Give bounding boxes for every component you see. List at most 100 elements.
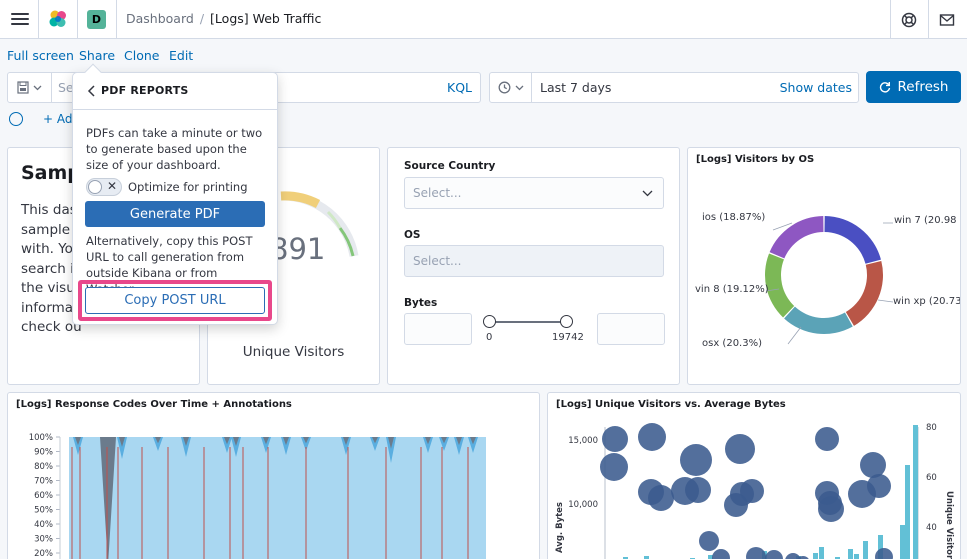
markdown-line: search it	[21, 260, 80, 277]
data-bubble[interactable]	[602, 426, 628, 452]
full-screen-link[interactable]: Full screen	[7, 48, 74, 63]
y-tick-label: 20%	[34, 549, 53, 559]
y-tick-label: 50%	[34, 506, 53, 516]
visitor-bar	[854, 554, 859, 559]
area-chart: 100% 90% 80% 70% 60% 50% 40% 30% 20%	[29, 433, 486, 559]
optimize-printing-label: Optimize for printing	[128, 180, 248, 194]
visitor-bar	[900, 525, 905, 559]
y-tick-label: 10,000	[568, 500, 598, 510]
donut-slice[interactable]	[765, 253, 795, 318]
data-bubble[interactable]	[725, 434, 755, 464]
data-bubble[interactable]	[860, 452, 886, 478]
data-bubble[interactable]	[699, 531, 719, 551]
generate-pdf-button[interactable]: Generate PDF	[85, 201, 265, 227]
os-label: OS	[404, 229, 421, 241]
y-tick-label: 80	[926, 423, 937, 433]
data-bubble[interactable]	[712, 549, 730, 559]
y-tick-label: 100%	[29, 433, 53, 443]
share-link[interactable]: Share	[79, 48, 115, 63]
edit-link[interactable]: Edit	[169, 48, 193, 63]
mail-icon[interactable]	[937, 10, 957, 30]
y-tick-label: 90%	[34, 448, 53, 458]
data-bubble[interactable]	[815, 427, 839, 451]
refresh-button[interactable]: Refresh	[866, 71, 961, 103]
visitor-bar	[819, 547, 824, 559]
pdf-reports-popover: PDF REPORTS PDFs can take a minute or tw…	[72, 63, 278, 325]
space-avatar[interactable]: D	[87, 10, 106, 29]
bubble-chart: 15,000 10,000Avg. Bytes 80 60 40 Unique Visit…	[555, 423, 954, 559]
donut-slice[interactable]	[824, 216, 881, 264]
data-bubble[interactable]	[671, 477, 699, 505]
gauge-value: 891	[270, 232, 326, 266]
data-bubble[interactable]	[740, 479, 764, 503]
data-bubble[interactable]	[746, 547, 766, 559]
help-icon[interactable]	[899, 10, 919, 30]
show-dates-link[interactable]: Show dates	[780, 80, 852, 95]
optimize-printing-toggle[interactable]: ✕	[86, 178, 122, 196]
visitors-by-os-panel: [Logs] Visitors by OS ios (18.87%) win 7…	[687, 147, 961, 385]
header-divider	[890, 0, 891, 39]
donut-slice[interactable]	[845, 260, 883, 326]
data-bubble[interactable]	[638, 423, 666, 451]
area-200	[69, 437, 486, 559]
donut-slice[interactable]	[769, 216, 824, 259]
unique-visitors-vs-bytes-panel: [Logs] Unique Visitors vs. Average Bytes…	[547, 392, 961, 559]
bytes-min-handle[interactable]	[483, 315, 496, 328]
data-bubble[interactable]	[600, 453, 628, 481]
kibana-logo-icon[interactable]	[48, 9, 68, 29]
popover-header: PDF REPORTS	[73, 73, 277, 110]
breadcrumb-current: [Logs] Web Traffic	[210, 11, 322, 26]
breadcrumb: Dashboard / [Logs] Web Traffic	[126, 11, 321, 26]
header-divider	[38, 0, 39, 39]
menu-icon[interactable]	[10, 10, 30, 28]
leader-line	[877, 299, 894, 303]
highlight-box: Copy POST URL	[78, 280, 272, 321]
source-country-select[interactable]: Select...	[404, 177, 664, 209]
data-bubble[interactable]	[648, 485, 674, 511]
saved-query-button[interactable]	[8, 73, 52, 102]
clone-link[interactable]: Clone	[124, 48, 159, 63]
bytes-min-value: 0	[486, 332, 493, 343]
y-tick-label: 60%	[34, 491, 53, 501]
bytes-max-handle[interactable]	[560, 315, 573, 328]
data-bubble[interactable]	[875, 548, 893, 559]
legend-winxp: win xp (20.73	[893, 296, 961, 307]
time-range-value[interactable]: Last 7 days	[540, 80, 611, 95]
kql-language-button[interactable]: KQL	[447, 80, 472, 95]
markdown-line: This das	[21, 202, 77, 218]
top-header: D Dashboard / [Logs] Web Traffic	[0, 0, 967, 39]
y-tick-label: 40%	[34, 520, 53, 530]
y-tick-label: 80%	[34, 462, 53, 472]
legend-win7: win 7 (20.98	[894, 215, 957, 226]
os-placeholder: Select...	[413, 254, 462, 268]
quick-select-button[interactable]	[490, 73, 532, 102]
chevron-down-icon	[642, 190, 653, 197]
chevron-left-icon[interactable]	[85, 84, 99, 98]
filter-options-icon[interactable]	[9, 112, 23, 126]
data-bubble[interactable]	[867, 474, 891, 498]
y-tick-label: 60	[926, 473, 937, 483]
y-tick-label: 15,000	[568, 436, 598, 446]
copy-post-url-button[interactable]: Copy POST URL	[85, 287, 265, 314]
time-picker: Last 7 days Show dates	[489, 72, 859, 103]
data-bubble[interactable]	[680, 444, 712, 476]
donut-slice[interactable]	[784, 306, 853, 334]
donut-chart	[765, 216, 894, 345]
source-country-placeholder: Select...	[413, 186, 462, 200]
toggle-knob	[88, 180, 102, 194]
legend-ios: ios (18.87%)	[702, 212, 766, 223]
bytes-min-input[interactable]	[404, 313, 472, 345]
refresh-label: Refresh	[897, 79, 949, 95]
bytes-max-input[interactable]	[597, 313, 665, 345]
os-select[interactable]: Select...	[404, 245, 664, 277]
dashboard-menu: Full screen Share Clone Edit	[0, 40, 967, 72]
data-bubble[interactable]	[765, 550, 783, 559]
input-controls-panel: Source Country Select... OS Select... By…	[387, 147, 680, 385]
close-icon: ✕	[107, 179, 118, 193]
bytes-max-value: 19742	[552, 332, 584, 343]
popover-title: PDF REPORTS	[101, 84, 189, 97]
header-divider	[928, 0, 929, 39]
breadcrumb-dashboard[interactable]: Dashboard	[126, 11, 194, 26]
visitor-bar	[863, 541, 868, 559]
data-bubble[interactable]	[818, 491, 842, 515]
